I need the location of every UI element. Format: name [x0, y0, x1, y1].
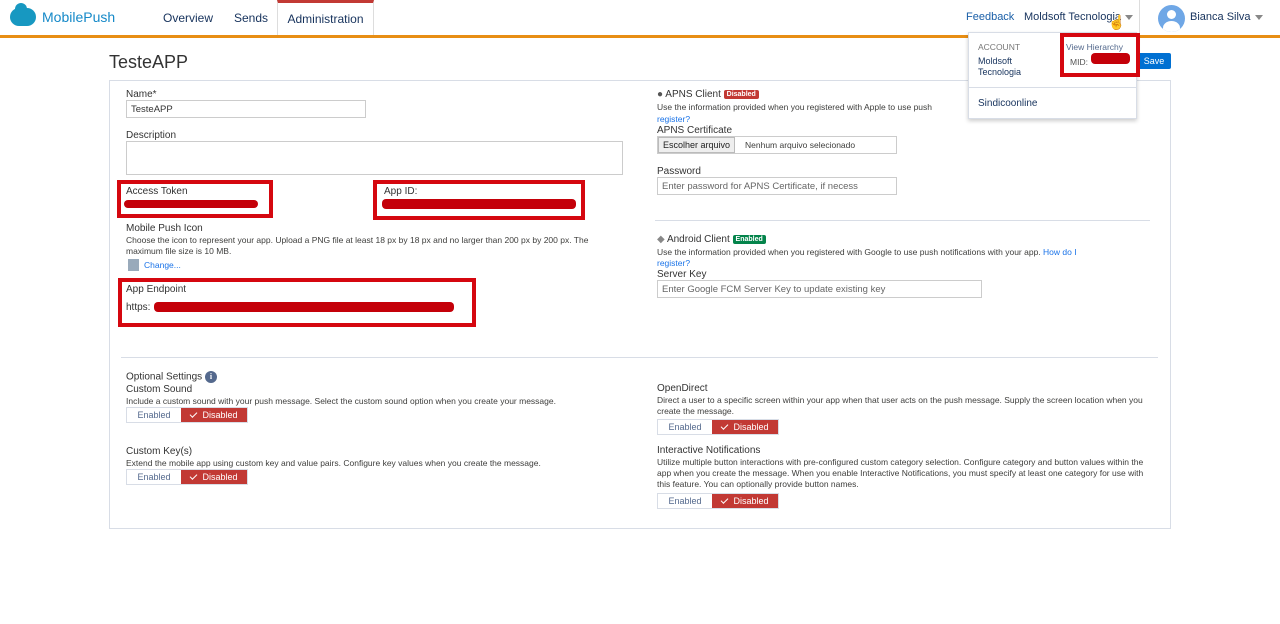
toggle-enabled-option[interactable]: Enabled [127, 470, 181, 484]
hand-cursor-icon: ☝ [1108, 14, 1126, 30]
name-input[interactable]: TesteAPP [126, 100, 366, 118]
toggle-disabled-label: Disabled [202, 472, 238, 482]
server-key-label: Server Key [657, 269, 707, 280]
app-icon-thumbnail [128, 259, 139, 271]
android-status-badge: Enabled [732, 234, 766, 244]
toggle-disabled-option[interactable]: Disabled [181, 408, 247, 422]
description-label: Description [126, 130, 177, 141]
interactive-notifications-help: Utilize multiple button interactions wit… [657, 457, 1144, 489]
icon-help: Choose the icon to represent your app. U… [126, 235, 589, 256]
toggle-enabled-option[interactable]: Enabled [658, 420, 712, 434]
android-register-link[interactable]: register? [657, 258, 690, 269]
change-icon-link[interactable]: Change... [144, 260, 181, 271]
custom-keys-label: Custom Key(s) [126, 446, 193, 457]
android-title: Android Client [666, 234, 730, 245]
account-option-sindicoonline[interactable]: Sindicoonline [978, 98, 1038, 109]
toggle-disabled-label: Disabled [733, 422, 769, 432]
optional-settings-header: Optional Settings i [126, 371, 217, 383]
toggle-disabled-option[interactable]: Disabled [712, 494, 778, 508]
feedback-link[interactable]: Feedback [966, 11, 1014, 23]
avatar[interactable] [1158, 5, 1185, 32]
android-help-line: Use the information provided when you re… [657, 247, 1077, 258]
server-key-input[interactable]: Enter Google FCM Server Key to update ex… [657, 280, 982, 298]
nav-sends[interactable]: Sends [234, 0, 268, 35]
apns-certificate-label: APNS Certificate [657, 125, 733, 136]
nav-administration[interactable]: Administration [277, 0, 374, 35]
toggle-disabled-label: Disabled [202, 410, 238, 420]
interactive-notifications-label: Interactive Notifications [657, 445, 761, 456]
toggle-disabled-option[interactable]: Disabled [181, 470, 247, 484]
icon-label: Mobile Push Icon [126, 223, 203, 234]
redacted-app-id [382, 199, 576, 209]
password-label: Password [657, 166, 701, 177]
redacted-mid [1091, 53, 1130, 64]
interactive-notifications-toggle[interactable]: Enabled Disabled [657, 493, 779, 509]
opendirect-help: Direct a user to a specific screen withi… [657, 395, 1143, 416]
page-title: TesteAPP [109, 52, 189, 72]
android-help: Use the information provided when you re… [657, 247, 1041, 257]
apns-status-badge: Disabled [723, 89, 759, 99]
header-divider [1139, 0, 1140, 36]
save-button[interactable]: Save [1137, 53, 1171, 69]
optional-settings-title: Optional Settings [126, 371, 203, 383]
endpoint-label: App Endpoint [126, 284, 187, 295]
divider [969, 87, 1136, 88]
toggle-enabled-option[interactable]: Enabled [658, 494, 712, 508]
check-icon [190, 472, 198, 480]
apns-title: APNS Client [665, 89, 721, 100]
custom-sound-help: Include a custom sound with your push me… [126, 396, 556, 406]
chevron-down-icon [1254, 14, 1263, 20]
redacted-endpoint [154, 302, 454, 312]
custom-sound-label: Custom Sound [126, 384, 193, 395]
check-icon [190, 410, 198, 418]
brand-logo[interactable]: MobilePush [10, 3, 116, 26]
toggle-enabled-option[interactable]: Enabled [127, 408, 181, 422]
user-menu[interactable]: Bianca Silva [1190, 11, 1263, 23]
salesforce-cloud-icon [10, 3, 36, 26]
toggle-disabled-label: Disabled [733, 496, 769, 506]
app-id-label: App ID: [384, 186, 418, 197]
user-name: Bianca Silva [1190, 11, 1251, 23]
divider [655, 220, 1150, 221]
endpoint-prefix: https: [126, 302, 151, 313]
account-menu-name[interactable]: Moldsoft Tecnologia [978, 56, 1048, 78]
how-do-i-link[interactable]: How do I [1043, 247, 1077, 257]
divider [121, 357, 1158, 358]
toggle-disabled-option[interactable]: Disabled [712, 420, 778, 434]
apns-help: Use the information provided when you re… [657, 102, 932, 112]
name-label: Name* [126, 89, 157, 100]
apns-header: ● APNS Client Disabled [657, 89, 759, 100]
account-heading: ACCOUNT [978, 42, 1021, 52]
choose-file-button[interactable]: Escolher arquivo [658, 137, 736, 153]
access-token-label: Access Token [126, 186, 188, 197]
custom-sound-toggle[interactable]: Enabled Disabled [126, 407, 248, 423]
opendirect-label: OpenDirect [657, 383, 708, 394]
info-icon[interactable]: i [204, 371, 217, 383]
account-switcher-label: Moldsoft Tecnologia [1024, 11, 1122, 23]
custom-keys-toggle[interactable]: Enabled Disabled [126, 469, 248, 485]
check-icon [721, 496, 729, 504]
android-header: ◆ Android Client Enabled [657, 234, 766, 245]
file-status: Nenhum arquivo selecionado [745, 140, 856, 150]
custom-keys-help: Extend the mobile app using custom key a… [126, 458, 541, 468]
check-icon [721, 422, 729, 430]
redacted-access-token [124, 200, 258, 208]
apple-icon: ● [657, 89, 664, 100]
android-icon: ◆ [657, 234, 665, 245]
opendirect-toggle[interactable]: Enabled Disabled [657, 419, 779, 435]
chevron-down-icon [1125, 14, 1134, 20]
brand-name: MobilePush [42, 9, 116, 25]
nav-overview[interactable]: Overview [163, 0, 213, 35]
description-textarea[interactable] [126, 141, 623, 175]
password-input[interactable]: Enter password for APNS Certificate, if … [657, 177, 897, 195]
apns-register-link[interactable]: register? [657, 114, 690, 125]
